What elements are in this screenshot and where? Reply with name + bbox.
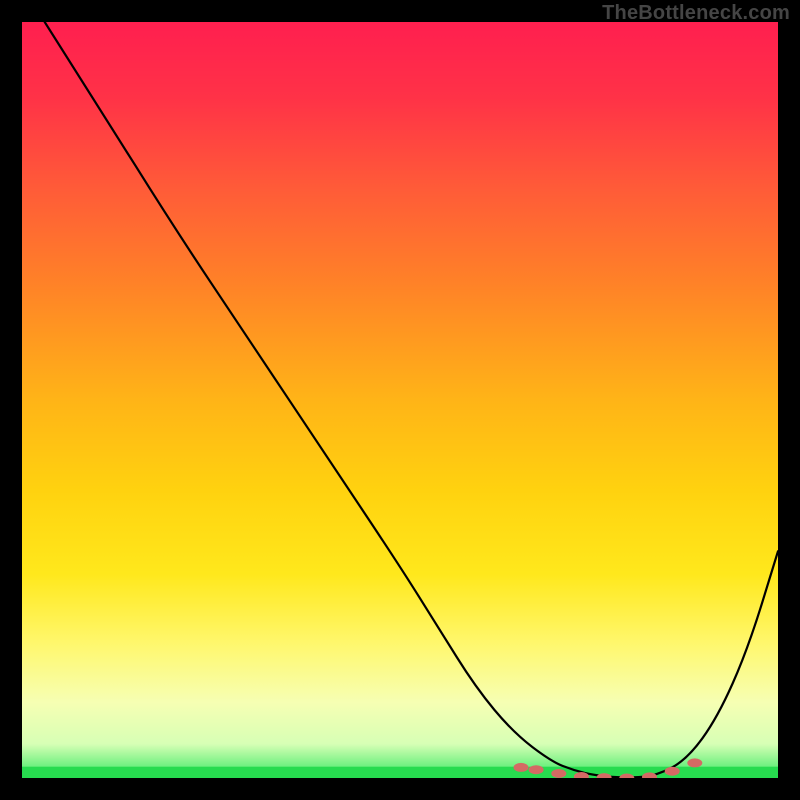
chart-stage: TheBottleneck.com [0, 0, 800, 800]
flat-region-dot [665, 767, 680, 776]
watermark-text: TheBottleneck.com [602, 2, 790, 25]
flat-region-dot [551, 769, 566, 778]
flat-region-dot [529, 765, 544, 774]
flat-region-dot [514, 763, 529, 772]
flat-region-dot [687, 758, 702, 767]
gradient-background [22, 22, 778, 778]
chart-svg [22, 22, 778, 778]
plot-area [22, 22, 778, 778]
green-bottom-band [22, 767, 778, 778]
